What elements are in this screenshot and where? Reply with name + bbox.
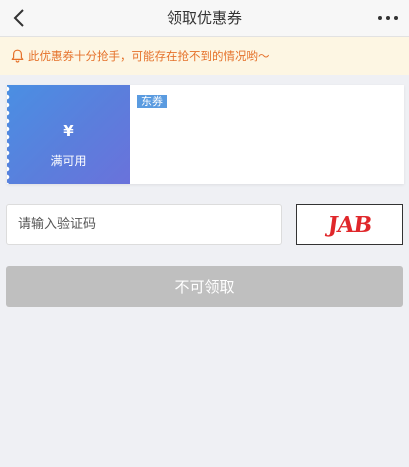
captcha-image[interactable]: JAB xyxy=(296,204,403,245)
more-options-button[interactable] xyxy=(375,6,401,30)
page-title: 领取优惠券 xyxy=(166,9,242,27)
coupon-value-panel: ¥ 满可用 xyxy=(7,85,130,184)
coupon-condition: 满可用 xyxy=(50,154,87,168)
more-dots-icon xyxy=(378,16,398,20)
captcha-text: JAB xyxy=(326,211,373,238)
claim-button[interactable]: 不可领取 xyxy=(6,266,403,307)
top-nav-bar: 领取优惠券 xyxy=(0,0,409,37)
coupon-type-badge: 东券 xyxy=(137,95,167,108)
coupon-currency: ¥ xyxy=(63,122,74,140)
notice-text: 此优惠券十分抢手，可能存在抢不到的情况哟～ xyxy=(28,49,270,63)
notice-bar: 此优惠券十分抢手，可能存在抢不到的情况哟～ xyxy=(0,37,409,75)
verification-code-input[interactable] xyxy=(6,204,282,245)
coupon-card: ¥ 满可用 东券 xyxy=(7,85,404,184)
bell-icon xyxy=(10,49,24,63)
